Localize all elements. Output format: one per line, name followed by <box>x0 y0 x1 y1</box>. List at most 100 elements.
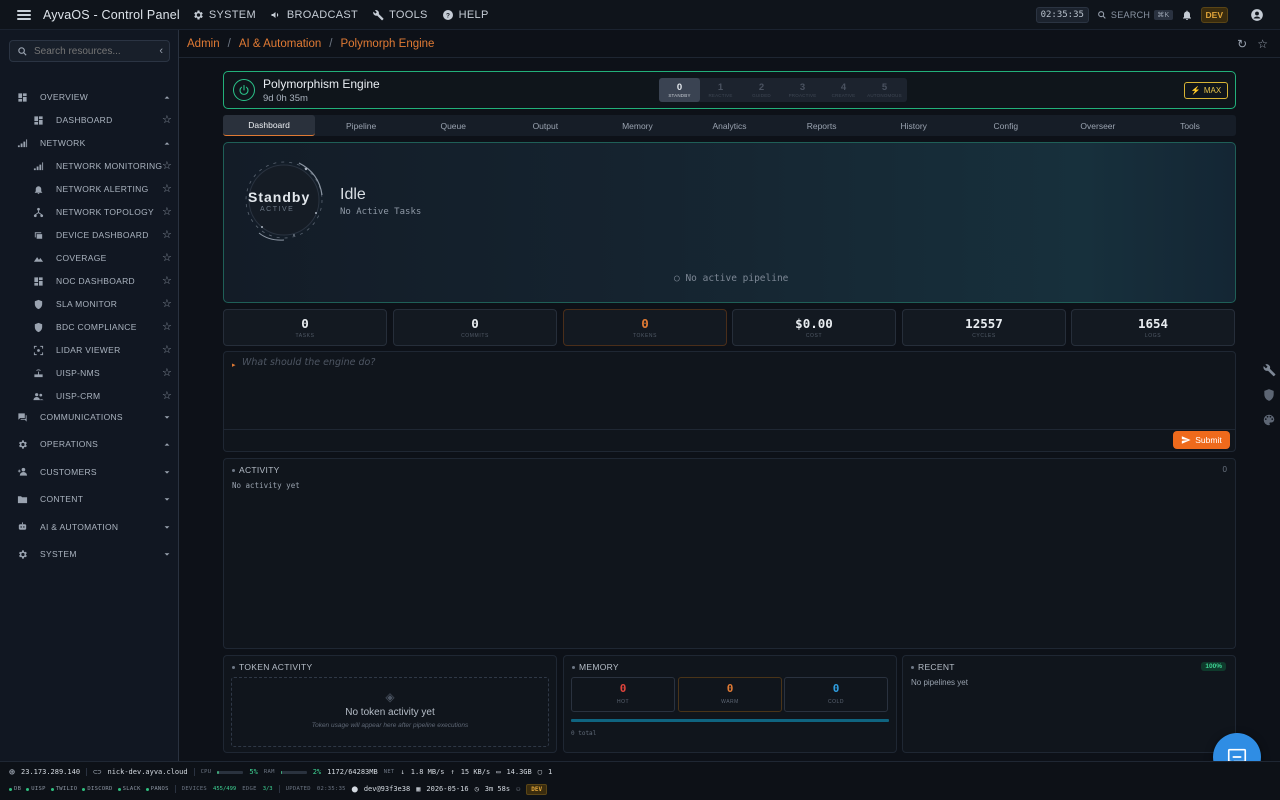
power-button[interactable] <box>233 79 255 101</box>
memory-header: MEMORY <box>572 662 619 672</box>
megaphone-icon <box>271 11 279 18</box>
wrench-icon[interactable] <box>1262 363 1276 377</box>
sidebar-item-lidar-viewer[interactable]: LIDAR VIEWER ☆ <box>0 340 179 360</box>
sidebar-item-coverage[interactable]: COVERAGE ☆ <box>0 248 179 268</box>
top-right: 02:35:35 SEARCH ⌘K DEV <box>1035 6 1264 23</box>
sidebar-group-ai-automation[interactable]: AI & AUTOMATION <box>0 517 179 537</box>
favorite-star-icon[interactable]: ☆ <box>162 298 172 310</box>
favorite-star-icon[interactable]: ☆ <box>1257 37 1268 51</box>
shield-icon <box>34 322 43 332</box>
mode-reactive[interactable]: 1 REACTIVE <box>700 78 741 102</box>
prompt-input[interactable] <box>242 357 1222 427</box>
account-icon[interactable] <box>1250 8 1264 22</box>
max-button[interactable]: ⚡ MAX <box>1184 82 1228 99</box>
sidebar-group-communications[interactable]: COMMUNICATIONS <box>0 407 179 427</box>
memory-total: 0 total <box>571 730 597 737</box>
commit-ref[interactable]: dev@93f3e38 <box>364 785 410 793</box>
bell-icon <box>34 185 43 194</box>
mode-proactive[interactable]: 3 PROACTIVE <box>782 78 823 102</box>
nav-system[interactable]: SYSTEM <box>192 9 256 21</box>
mode-standby[interactable]: 0 STANDBY <box>659 78 700 102</box>
sidebar-item-device-dashboard[interactable]: DEVICE DASHBOARD ☆ <box>0 225 179 245</box>
favorite-star-icon[interactable]: ☆ <box>162 344 172 356</box>
token-activity-empty: ◈ No token activity yet Token usage will… <box>231 677 549 747</box>
service-panos: PANOS <box>145 786 169 792</box>
stat-value: $0.00 <box>795 316 833 331</box>
sidebar-item-dashboard[interactable]: DASHBOARD ☆ <box>0 110 179 130</box>
tab-queue[interactable]: Queue <box>407 115 499 136</box>
global-search-button[interactable]: SEARCH ⌘K <box>1097 9 1173 20</box>
sidebar-group-operations[interactable]: OPERATIONS <box>0 434 179 454</box>
sidebar-group-content[interactable]: CONTENT <box>0 489 179 509</box>
palette-icon[interactable] <box>1262 413 1276 427</box>
mode-guided[interactable]: 2 GUIDED <box>741 78 782 102</box>
mode-autonomous[interactable]: 5 AUTONOMOUS <box>864 78 905 102</box>
sidebar-search-input[interactable] <box>34 45 146 57</box>
search-icon <box>18 46 27 56</box>
nav-broadcast[interactable]: BROADCAST <box>270 9 358 21</box>
sidebar-item-label: BDC COMPLIANCE <box>56 322 137 332</box>
status-dot <box>145 787 149 791</box>
tab-memory[interactable]: Memory <box>591 115 683 136</box>
breadcrumb-ai-automation[interactable]: AI & Automation <box>239 38 321 50</box>
favorite-star-icon[interactable]: ☆ <box>162 114 172 126</box>
sidebar-group-system[interactable]: SYSTEM <box>0 544 179 564</box>
favorite-star-icon[interactable]: ☆ <box>162 160 172 172</box>
favorite-star-icon[interactable]: ☆ <box>162 229 172 241</box>
sidebar-group-network[interactable]: NETWORK <box>0 133 179 153</box>
sidebar-item-label: NETWORK <box>40 138 86 148</box>
bell-icon[interactable] <box>1181 9 1193 21</box>
favorite-star-icon[interactable]: ☆ <box>162 367 172 379</box>
refresh-icon[interactable]: ↻ <box>1237 37 1247 51</box>
shield-icon[interactable] <box>1262 388 1276 402</box>
breadcrumb-admin[interactable]: Admin <box>187 38 220 50</box>
sidebar-item-noc-dashboard[interactable]: NOC DASHBOARD ☆ <box>0 271 179 291</box>
nav-help[interactable]: ? HELP <box>442 9 489 21</box>
sidebar-group-overview[interactable]: OVERVIEW <box>0 87 179 107</box>
stat-value: 0 <box>471 316 479 331</box>
menu-icon[interactable] <box>17 9 31 20</box>
github-icon: ● <box>351 783 358 795</box>
sidebar-item-uisp-nms[interactable]: UISP-NMS ☆ <box>0 363 179 383</box>
sidebar-item-network-alerting[interactable]: NETWORK ALERTING ☆ <box>0 179 179 199</box>
status-line-2: DB UISP TWILIO DISCORD SLACK PANOS DEVICES 45… <box>9 782 548 796</box>
tab-analytics[interactable]: Analytics <box>683 115 775 136</box>
service-name: SLACK <box>122 786 141 792</box>
tab-history[interactable]: History <box>868 115 960 136</box>
status-bar: ⊕ 23.173.289.140 ⊂⊃ nick-dev.ayva.cloud … <box>0 761 1280 800</box>
tab-dashboard[interactable]: Dashboard <box>223 115 316 136</box>
mode-creative[interactable]: 4 CREATIVE <box>823 78 864 102</box>
tab-output[interactable]: Output <box>499 115 591 136</box>
mode-number: 0 <box>676 81 683 93</box>
token-empty-subtitle: Token usage will appear here after pipel… <box>311 722 469 729</box>
memory-tier-value: 0 <box>619 682 627 695</box>
tab-pipeline[interactable]: Pipeline <box>315 115 407 136</box>
favorite-star-icon[interactable]: ☆ <box>162 183 172 195</box>
tab-reports[interactable]: Reports <box>776 115 868 136</box>
favorite-star-icon[interactable]: ☆ <box>162 321 172 333</box>
sidebar-item-network-monitoring[interactable]: NETWORK MONITORING ☆ <box>0 156 179 176</box>
submit-button[interactable]: Submit <box>1173 431 1230 449</box>
collapse-sidebar-icon[interactable]: ‹ <box>159 45 163 57</box>
build-date: 2026-05-16 <box>426 785 469 793</box>
favorite-star-icon[interactable]: ☆ <box>162 275 172 287</box>
favorite-star-icon[interactable]: ☆ <box>162 206 172 218</box>
sidebar-item-uisp-crm[interactable]: UISP-CRM ☆ <box>0 386 179 406</box>
recent-header: RECENT <box>911 662 955 672</box>
tab-config[interactable]: Config <box>960 115 1052 136</box>
sidebar-item-sla-monitor[interactable]: SLA MONITOR ☆ <box>0 294 179 314</box>
sidebar-item-network-topology[interactable]: NETWORK TOPOLOGY ☆ <box>0 202 179 222</box>
nav-tools[interactable]: TOOLS <box>372 9 428 21</box>
stat-cycles: 12557 CYCLES <box>902 309 1066 346</box>
edge-label: EDGE <box>242 786 257 792</box>
sidebar-item-bdc-compliance[interactable]: BDC COMPLIANCE ☆ <box>0 317 179 337</box>
favorite-star-icon[interactable]: ☆ <box>162 390 172 402</box>
favorite-star-icon[interactable]: ☆ <box>162 252 172 264</box>
cpu-value: 5% <box>249 768 258 776</box>
sidebar-group-customers[interactable]: CUSTOMERS <box>0 462 179 482</box>
power-icon <box>239 84 249 95</box>
tab-overseer[interactable]: Overseer <box>1052 115 1144 136</box>
service-slack: SLACK <box>117 786 141 792</box>
chevron-down-icon <box>164 416 170 419</box>
tab-tools[interactable]: Tools <box>1144 115 1236 136</box>
